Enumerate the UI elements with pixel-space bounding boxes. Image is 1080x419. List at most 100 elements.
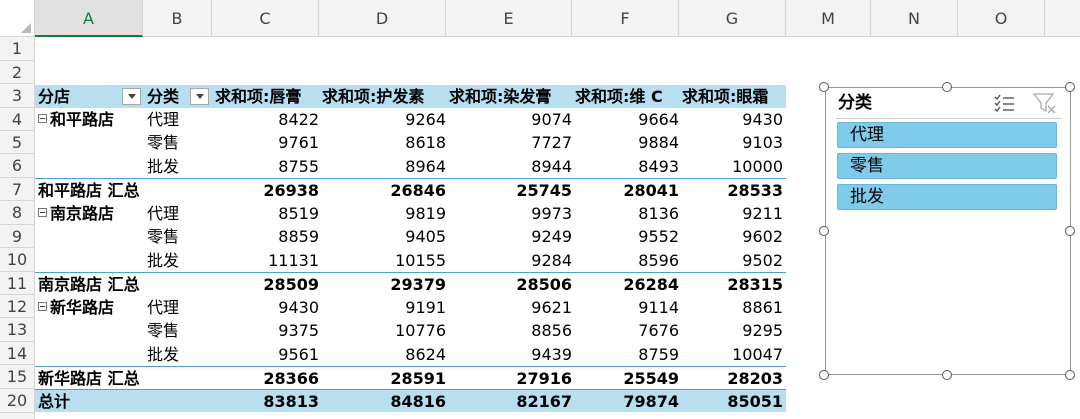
value-cell[interactable]: 8759 xyxy=(575,343,682,366)
value-cell[interactable]: 9819 xyxy=(322,202,449,225)
grand-total-label[interactable]: 总计 xyxy=(38,390,138,413)
value-cell[interactable]: 8422 xyxy=(215,108,322,131)
value-cell[interactable]: 10776 xyxy=(322,319,449,342)
col-header-c[interactable]: C xyxy=(212,0,319,37)
value-cell[interactable]: 10155 xyxy=(322,249,449,272)
value-cell[interactable]: 9191 xyxy=(322,296,449,319)
value-cell[interactable]: 28041 xyxy=(575,179,682,202)
row-header-4[interactable]: 4 xyxy=(0,108,35,131)
value-cell[interactable]: 9249 xyxy=(449,225,575,248)
value-cell[interactable]: 8493 xyxy=(575,155,682,178)
value-cell[interactable]: 9621 xyxy=(449,296,575,319)
category-cell[interactable]: 批发 xyxy=(147,155,207,178)
slicer-item-pifa[interactable]: 批发 xyxy=(837,184,1057,210)
value-cell[interactable]: 8964 xyxy=(322,155,449,178)
category-cell[interactable]: 零售 xyxy=(147,131,207,154)
value-cell[interactable]: 28506 xyxy=(449,273,575,296)
value-cell[interactable]: 28533 xyxy=(682,179,786,202)
value-cell[interactable]: 7676 xyxy=(575,319,682,342)
value-cell[interactable]: 26846 xyxy=(322,179,449,202)
col-header-f[interactable]: F xyxy=(572,0,679,37)
value-cell[interactable]: 9561 xyxy=(215,343,322,366)
value-cell[interactable]: 26938 xyxy=(215,179,322,202)
resize-handle-bottom-left[interactable] xyxy=(819,370,829,380)
category-slicer[interactable]: 分类 代理 零售 批发 xyxy=(825,87,1071,375)
value-cell[interactable]: 10000 xyxy=(682,155,786,178)
value-cell[interactable]: 9552 xyxy=(575,225,682,248)
value-cell[interactable]: 8861 xyxy=(682,296,786,319)
value-cell[interactable]: 9295 xyxy=(682,319,786,342)
value-cell[interactable]: 28366 xyxy=(215,367,322,390)
multi-select-icon[interactable] xyxy=(992,92,1018,114)
store-cell[interactable]: 和平路店 xyxy=(38,108,143,131)
value-cell[interactable]: 9074 xyxy=(449,108,575,131)
value-cell[interactable]: 9430 xyxy=(682,108,786,131)
category-cell[interactable]: 代理 xyxy=(147,202,207,225)
value-cell[interactable]: 27916 xyxy=(449,367,575,390)
store-filter-dropdown[interactable] xyxy=(122,88,141,105)
value-cell[interactable]: 9264 xyxy=(322,108,449,131)
subtotal-label[interactable]: 南京路店 汇总 xyxy=(38,273,208,296)
value-cell[interactable]: 9664 xyxy=(575,108,682,131)
slicer-item-lingshou[interactable]: 零售 xyxy=(837,153,1057,179)
value-cell[interactable]: 9973 xyxy=(449,202,575,225)
collapse-minus-icon[interactable] xyxy=(38,302,47,311)
value-cell[interactable]: 29379 xyxy=(322,273,449,296)
value-cell[interactable]: 8859 xyxy=(215,225,322,248)
resize-handle-left[interactable] xyxy=(819,226,829,236)
row-header-7[interactable]: 7 xyxy=(0,178,35,201)
grand-total-value[interactable]: 85051 xyxy=(682,390,786,413)
col-header-d[interactable]: D xyxy=(319,0,446,37)
slicer-item-daili[interactable]: 代理 xyxy=(837,122,1057,148)
category-cell[interactable]: 代理 xyxy=(147,108,207,131)
value-cell[interactable]: 10047 xyxy=(682,343,786,366)
row-header-14[interactable]: 14 xyxy=(0,342,35,365)
value-cell[interactable]: 9375 xyxy=(215,319,322,342)
value-cell[interactable]: 9284 xyxy=(449,249,575,272)
store-cell[interactable]: 新华路店 xyxy=(38,296,143,319)
select-all-corner[interactable] xyxy=(0,0,35,37)
row-header-15[interactable]: 15 xyxy=(0,365,35,389)
value-cell[interactable]: 8596 xyxy=(575,249,682,272)
value-cell[interactable]: 9211 xyxy=(682,202,786,225)
col-header-partial[interactable] xyxy=(1045,0,1080,37)
value-cell[interactable]: 9103 xyxy=(682,131,786,154)
row-header-12[interactable]: 12 xyxy=(0,295,35,318)
collapse-minus-icon[interactable] xyxy=(38,114,47,123)
resize-handle-top-left[interactable] xyxy=(819,82,829,92)
row-header-11[interactable]: 11 xyxy=(0,272,35,295)
resize-handle-top[interactable] xyxy=(942,82,952,92)
subtotal-label[interactable]: 和平路店 汇总 xyxy=(38,179,208,202)
grand-total-value[interactable]: 84816 xyxy=(322,390,449,413)
row-header-10[interactable]: 10 xyxy=(0,248,35,272)
value-cell[interactable]: 8136 xyxy=(575,202,682,225)
subtotal-label[interactable]: 新华路店 汇总 xyxy=(38,367,208,390)
value-cell[interactable]: 9502 xyxy=(682,249,786,272)
value-cell[interactable]: 8755 xyxy=(215,155,322,178)
row-header-20[interactable]: 20 xyxy=(0,389,35,413)
value-cell[interactable]: 8944 xyxy=(449,155,575,178)
col-header-n[interactable]: N xyxy=(871,0,958,37)
value-cell[interactable]: 9884 xyxy=(575,131,682,154)
row-header-2[interactable]: 2 xyxy=(0,61,35,84)
row-header-13[interactable]: 13 xyxy=(0,318,35,342)
value-cell[interactable]: 9761 xyxy=(215,131,322,154)
value-cell[interactable]: 26284 xyxy=(575,273,682,296)
value-cell[interactable]: 9602 xyxy=(682,225,786,248)
col-header-b[interactable]: B xyxy=(143,0,212,37)
row-header-9[interactable]: 9 xyxy=(0,225,35,248)
grand-total-value[interactable]: 82167 xyxy=(449,390,575,413)
value-cell[interactable]: 8618 xyxy=(322,131,449,154)
row-header-8[interactable]: 8 xyxy=(0,201,35,225)
value-cell[interactable]: 28203 xyxy=(682,367,786,390)
col-header-o[interactable]: O xyxy=(958,0,1045,37)
grand-total-value[interactable]: 83813 xyxy=(215,390,322,413)
value-cell[interactable]: 25745 xyxy=(449,179,575,202)
category-filter-dropdown[interactable] xyxy=(190,88,209,105)
value-cell[interactable]: 28315 xyxy=(682,273,786,296)
col-header-e[interactable]: E xyxy=(446,0,572,37)
row-header-1[interactable]: 1 xyxy=(0,37,35,61)
category-cell[interactable]: 零售 xyxy=(147,225,207,248)
row-header-3[interactable]: 3 xyxy=(0,84,35,108)
value-cell[interactable]: 8856 xyxy=(449,319,575,342)
